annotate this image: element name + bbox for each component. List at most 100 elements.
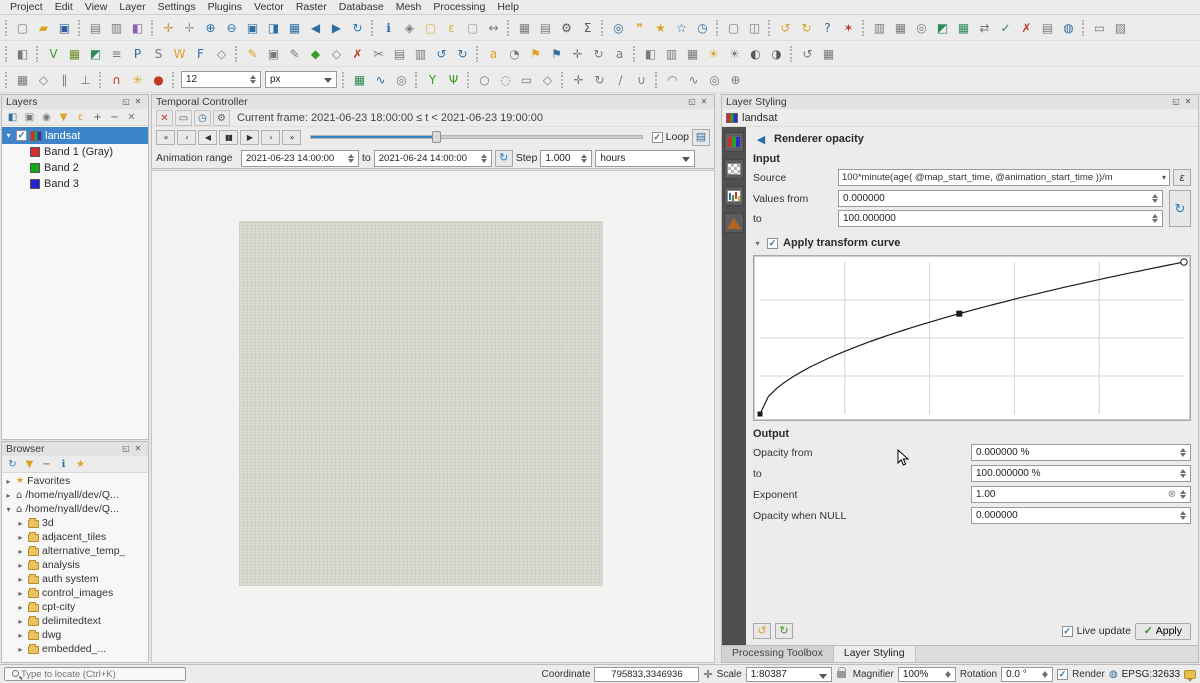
menu-plugins[interactable]: Plugins — [202, 1, 248, 13]
layer-item-landsat[interactable]: ▾landsat — [2, 127, 148, 144]
temporal-navigation-off-button[interactable]: ✕ — [156, 110, 173, 126]
transform-expand-arrow[interactable]: ▾ — [753, 239, 762, 248]
animated-navigation-button[interactable]: ◷ — [194, 110, 211, 126]
copy-features-button[interactable]: ▤ — [389, 43, 410, 65]
play-backward-button[interactable]: ◀ — [198, 130, 217, 145]
snapping-tolerance-input[interactable]: 12 — [181, 71, 261, 88]
add-delimited-text-button[interactable]: ≡ — [106, 43, 127, 65]
layer-band-item[interactable]: Band 3 — [2, 176, 148, 192]
rectangle-2points-button[interactable]: ▭ — [516, 69, 537, 91]
style-redo-button[interactable]: ↻ — [775, 623, 793, 639]
construction-mode-button[interactable]: ◇ — [33, 69, 54, 91]
expand-arrow-icon[interactable]: ▸ — [16, 631, 25, 640]
pin-labels-button[interactable]: ⚑ — [525, 43, 546, 65]
mesh-calculator-button[interactable]: ◩ — [932, 17, 953, 39]
source-expression-input[interactable]: 100*minute(age( @map_start_time, @animat… — [838, 169, 1170, 186]
browser-item[interactable]: ▸alternative_temp_ — [2, 544, 148, 558]
rotate-label-button[interactable]: ↻ — [588, 43, 609, 65]
move-feature-button[interactable]: ✛ — [568, 69, 589, 91]
new-3d-map-view-button[interactable]: ◫ — [744, 17, 765, 39]
temporal-slider[interactable] — [310, 130, 643, 144]
circle-2points-button[interactable]: ○ — [474, 69, 495, 91]
menu-project[interactable]: Project — [4, 1, 49, 13]
add-virtual-layer-button[interactable]: ◇ — [211, 43, 232, 65]
deselect-all-button[interactable]: ▢ — [462, 17, 483, 39]
decrease-contrast-button[interactable]: ◑ — [766, 43, 787, 65]
coordinate-value[interactable]: 795833,3346936 — [594, 667, 699, 682]
styling-close-button[interactable]: ✕ — [1182, 96, 1194, 108]
undo-style-button[interactable]: ↺ — [775, 17, 796, 39]
expand-arrow-icon[interactable]: ▸ — [4, 491, 13, 500]
self-snapping-button[interactable]: ◎ — [391, 69, 412, 91]
open-project-button[interactable]: ▰ — [33, 17, 54, 39]
clear-exponent-icon[interactable]: ⊗ — [1168, 489, 1176, 500]
statistics-button[interactable]: Σ — [577, 17, 598, 39]
manage-map-themes-button[interactable]: ◉ — [38, 109, 55, 125]
refresh-min-max-button[interactable]: ↻ — [1169, 190, 1191, 227]
loop-checkbox[interactable] — [652, 132, 663, 143]
expand-arrow-icon[interactable]: ▸ — [16, 645, 25, 654]
layer-expand-arrow[interactable]: ▾ — [4, 131, 13, 140]
add-ring-button[interactable]: ◎ — [704, 69, 725, 91]
change-label-button[interactable]: a — [609, 43, 630, 65]
merge-features-button[interactable]: ∪ — [631, 69, 652, 91]
mouse-position-icon[interactable]: ✛ — [703, 668, 712, 681]
map-tips-button[interactable]: ❞ — [629, 17, 650, 39]
circle-3points-button[interactable]: ◌ — [495, 69, 516, 91]
menu-settings[interactable]: Settings — [152, 1, 202, 13]
apply-button[interactable]: ✓ Apply — [1135, 623, 1191, 640]
raster-stretch-button[interactable]: ◧ — [640, 43, 661, 65]
full-histogram-stretch-button[interactable]: ▦ — [682, 43, 703, 65]
browser-item[interactable]: ▾⌂/home/nyall/dev/Q... — [2, 502, 148, 516]
expand-arrow-icon[interactable]: ▸ — [16, 575, 25, 584]
offline-editing-button[interactable]: ⇄ — [974, 17, 995, 39]
offset-curve-button[interactable]: ◠ — [662, 69, 683, 91]
grid-decoration-button[interactable]: ▦ — [953, 17, 974, 39]
menu-mesh[interactable]: Mesh — [390, 1, 428, 13]
opacity-to-input[interactable]: 100.000000 % — [971, 465, 1191, 482]
layout-atlas-button[interactable]: ▨ — [1110, 17, 1131, 39]
layer-band-item[interactable]: Band 2 — [2, 160, 148, 176]
fixed-range-navigation-button[interactable]: ▭ — [175, 110, 192, 126]
open-attribute-table-button[interactable]: ▦ — [514, 17, 535, 39]
expand-arrow-icon[interactable]: ▸ — [16, 603, 25, 612]
cut-features-button[interactable]: ✂ — [368, 43, 389, 65]
new-print-layout-button[interactable]: ▤ — [85, 17, 106, 39]
layer-labeling-button[interactable]: a — [483, 43, 504, 65]
rotate-feature-button[interactable]: ↻ — [589, 69, 610, 91]
processing-history-button[interactable]: ↺ — [797, 43, 818, 65]
avoid-intersections-button[interactable]: ✳ — [127, 69, 148, 91]
toggle-editing-button[interactable]: ✎ — [242, 43, 263, 65]
metasearch-button[interactable]: ◍ — [1058, 17, 1079, 39]
map-canvas[interactable] — [151, 170, 715, 663]
range-end-input[interactable]: 2021-06-24 14:00:00 — [374, 150, 492, 167]
browser-item[interactable]: ▸3d — [2, 516, 148, 530]
add-raster-layer-button[interactable]: ▦ — [64, 43, 85, 65]
save-project-button[interactable]: ▣ — [54, 17, 75, 39]
play-forward-button[interactable]: ▶ — [240, 130, 259, 145]
menu-help[interactable]: Help — [491, 1, 525, 13]
styling-layer-selector[interactable]: landsat — [722, 109, 1198, 127]
topology-checker-button[interactable]: ✓ — [995, 17, 1016, 39]
add-postgis-layer-button[interactable]: P — [127, 43, 148, 65]
filter-browser-button[interactable]: ▼ — [21, 456, 38, 472]
cad-tools-button[interactable]: ▦ — [12, 69, 33, 91]
snapping-unit-combo[interactable]: px — [265, 71, 337, 88]
collapse-all-button[interactable]: − — [106, 109, 123, 125]
db-manager-button[interactable]: ▤ — [1037, 17, 1058, 39]
collapse-all-button[interactable]: − — [38, 456, 55, 472]
results-viewer-button[interactable]: ▦ — [818, 43, 839, 65]
browser-item[interactable]: ▸⌂/home/nyall/dev/Q... — [2, 488, 148, 502]
menu-database[interactable]: Database — [333, 1, 390, 13]
vertex-tool-button[interactable]: ◇ — [326, 43, 347, 65]
add-mesh-layer-button[interactable]: ◩ — [85, 43, 106, 65]
decrease-brightness-button[interactable]: ☀ — [724, 43, 745, 65]
redo-style-button[interactable]: ↻ — [796, 17, 817, 39]
render-checkbox[interactable] — [1057, 669, 1068, 680]
tab-layer-styling[interactable]: Layer Styling — [834, 646, 916, 662]
undo-button[interactable]: ↺ — [431, 43, 452, 65]
regular-polygon-button[interactable]: ◇ — [537, 69, 558, 91]
georeferencer-button[interactable]: ◎ — [911, 17, 932, 39]
menu-processing[interactable]: Processing — [427, 1, 491, 13]
transform-curve-editor[interactable] — [753, 255, 1191, 421]
